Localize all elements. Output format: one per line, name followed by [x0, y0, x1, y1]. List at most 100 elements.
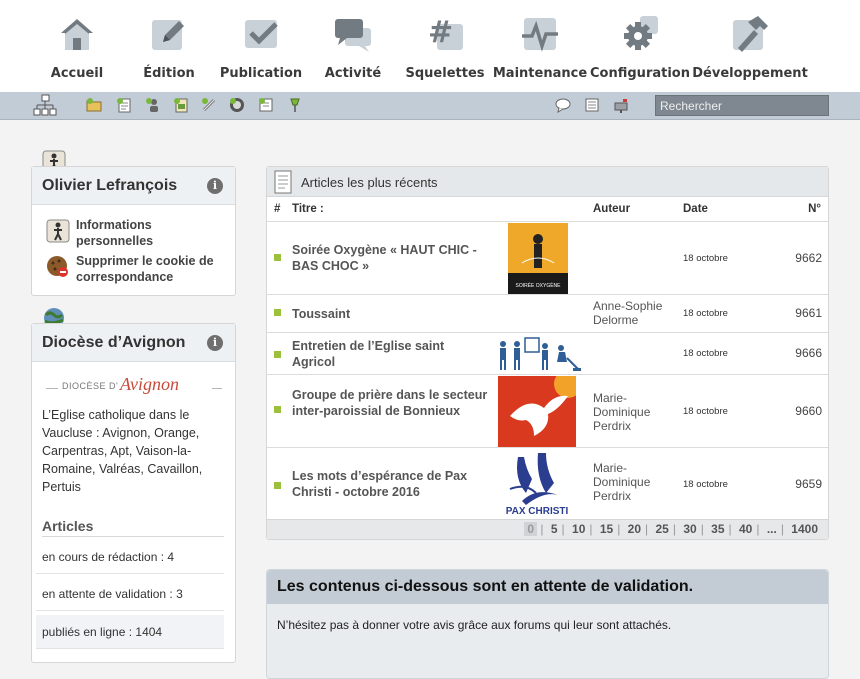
- article-number: 9661: [795, 306, 822, 320]
- nav-label: Accueil: [50, 66, 104, 81]
- article-date: 18 octobre: [683, 479, 728, 490]
- hash-icon: #: [428, 15, 463, 50]
- nav-label: Squelettes: [405, 66, 485, 81]
- page-1400[interactable]: 1400: [787, 522, 822, 536]
- stat-pending[interactable]: en attente de validation : 3: [36, 577, 224, 611]
- page-0[interactable]: 0: [524, 522, 538, 536]
- link-icon[interactable]: [201, 97, 217, 113]
- article-author: Marie-Dominique Perdrix: [593, 461, 651, 503]
- article-number: 9666: [795, 346, 822, 360]
- delete-cookie-link[interactable]: Supprimer le cookie de correspondance: [76, 253, 236, 285]
- nav-publication[interactable]: Publication: [220, 14, 302, 86]
- article-thumbnail: SOIRÉE OXYGÈNE: [508, 223, 568, 294]
- sitemap-icon[interactable]: [33, 94, 57, 118]
- page-10[interactable]: 10: [568, 522, 589, 536]
- edit-icon: [152, 20, 184, 50]
- article-date: 18 octobre: [683, 253, 728, 264]
- table-row[interactable]: Les mots d’espérance de Pax Christi - oc…: [267, 447, 828, 520]
- cookie-icon: [46, 255, 70, 279]
- svg-text:#: #: [428, 15, 453, 50]
- col-hash: #: [274, 203, 281, 215]
- publish-check-icon: [245, 20, 278, 48]
- status-dot: [274, 351, 281, 358]
- nav-squelettes[interactable]: # Squelettes: [406, 14, 485, 86]
- pending-validation-text: N’hésitez pas à donner votre avis grâce …: [277, 618, 672, 632]
- new-folder-icon[interactable]: [86, 97, 102, 113]
- nav-label: Publication: [219, 66, 303, 81]
- table-row[interactable]: Toussaint Anne-Sophie Delorme 18 octobre…: [267, 294, 828, 332]
- pax-christi-logo: PAX CHRISTI: [496, 449, 578, 520]
- page-15[interactable]: 15: [596, 522, 617, 536]
- page-list-icon[interactable]: [584, 97, 600, 113]
- status-dot: [274, 309, 281, 316]
- pulse-icon: [522, 18, 558, 52]
- home-icon: [61, 19, 93, 50]
- col-title[interactable]: Titre :: [292, 203, 324, 215]
- pending-validation-heading: Les contenus ci-dessous sont en attente …: [267, 570, 828, 604]
- nav-activite[interactable]: Activité: [324, 14, 382, 86]
- thumbnail-caption: SOIRÉE OXYGÈNE: [515, 283, 561, 289]
- recent-articles-title: Articles les plus récents: [301, 175, 438, 190]
- thumbnail-caption: PAX CHRISTI: [505, 506, 569, 517]
- article-author: Anne-Sophie Delorme: [593, 299, 663, 327]
- stat-published[interactable]: publiés en ligne : 1404: [36, 615, 224, 649]
- mailbox-icon[interactable]: [613, 97, 629, 113]
- article-title[interactable]: Toussaint: [292, 306, 488, 322]
- page-25[interactable]: 25: [652, 522, 673, 536]
- forum-icon[interactable]: [555, 97, 571, 113]
- personal-info-link[interactable]: Informations personnelles: [76, 217, 206, 249]
- new-page-icon[interactable]: [258, 97, 274, 113]
- new-document-icon[interactable]: [173, 97, 189, 113]
- chat-bubbles-icon: [335, 19, 371, 52]
- user-box-header: Olivier Lefrançois i: [32, 167, 235, 205]
- user-box: Olivier Lefrançois i Informations person…: [31, 166, 236, 296]
- new-author-icon[interactable]: [145, 97, 161, 113]
- nav-configuration[interactable]: Configuration: [590, 14, 690, 86]
- page-35[interactable]: 35: [707, 522, 728, 536]
- nav-developpement[interactable]: Développement: [692, 14, 808, 86]
- page-30[interactable]: 30: [679, 522, 700, 536]
- search-input[interactable]: [655, 95, 829, 116]
- site-box: Diocèse d’Avignon i DIOCÈSE D' Avignon L…: [31, 323, 236, 663]
- col-author[interactable]: Auteur: [593, 203, 630, 215]
- article-title[interactable]: Entretien de l’Eglise saint Agricol: [292, 338, 488, 370]
- nav-label: Édition: [143, 66, 195, 81]
- article-title[interactable]: Groupe de prière dans le secteur inter-p…: [292, 387, 488, 419]
- new-article-icon[interactable]: [116, 97, 132, 113]
- col-date[interactable]: Date: [683, 203, 708, 215]
- info-icon[interactable]: i: [207, 335, 223, 351]
- page-40[interactable]: 40: [735, 522, 756, 536]
- personal-info-icon: [46, 219, 70, 243]
- article-date: 18 octobre: [683, 308, 728, 319]
- article-number: 9660: [795, 404, 822, 418]
- table-row[interactable]: Entretien de l’Eglise saint Agricol 18 o…: [267, 332, 828, 374]
- user-name: Olivier Lefrançois: [42, 177, 178, 194]
- recent-articles-panel: Articles les plus récents # Titre : Aute…: [266, 166, 829, 540]
- site-box-header: Diocèse d’Avignon i: [32, 324, 235, 362]
- table-row[interactable]: Soirée Oxygène « HAUT CHIC - BAS CHOC » …: [267, 221, 828, 294]
- nav-label: Maintenance: [492, 66, 588, 81]
- hammer-icon: [733, 16, 768, 52]
- page-20[interactable]: 20: [624, 522, 645, 536]
- article-date: 18 octobre: [683, 406, 728, 417]
- stat-draft[interactable]: en cours de rédaction : 4: [36, 540, 224, 574]
- article-title[interactable]: Soirée Oxygène « HAUT CHIC - BAS CHOC »: [292, 242, 488, 274]
- nav-label: Activité: [324, 66, 382, 81]
- col-number[interactable]: N°: [808, 203, 821, 215]
- nav-maintenance[interactable]: Maintenance: [493, 14, 587, 86]
- dove-thumbnail: [498, 370, 582, 447]
- pin-icon[interactable]: [287, 97, 303, 113]
- article-title[interactable]: Les mots d’espérance de Pax Christi - oc…: [292, 468, 488, 500]
- page-more[interactable]: ...: [763, 522, 781, 536]
- info-icon[interactable]: i: [207, 178, 223, 194]
- table-row[interactable]: Groupe de prière dans le secteur inter-p…: [267, 370, 828, 447]
- nav-label: Configuration: [590, 66, 690, 81]
- status-dot: [274, 482, 281, 489]
- user-add-icon[interactable]: [229, 97, 245, 113]
- gear-icon: [624, 16, 658, 50]
- nav-accueil[interactable]: Accueil: [50, 14, 104, 86]
- nav-edition[interactable]: Édition: [143, 14, 195, 86]
- page-5[interactable]: 5: [547, 522, 562, 536]
- articles-heading: Articles: [42, 518, 224, 537]
- main-navigation: Accueil Édition Publication Activité # S…: [0, 0, 860, 92]
